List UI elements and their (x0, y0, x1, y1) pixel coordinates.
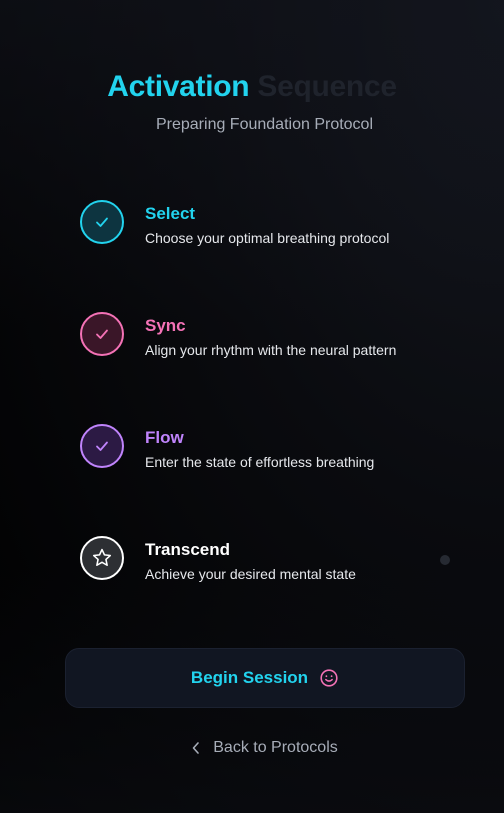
page-title: Activation Sequence (0, 68, 504, 106)
page-subtitle: Preparing Foundation Protocol (155, 116, 374, 133)
step-status-circle (80, 200, 124, 244)
step-description: Choose your optimal breathing protocol (145, 230, 390, 246)
star-icon (92, 548, 112, 567)
check-icon (96, 217, 108, 227)
check-icon (96, 329, 108, 339)
step-description: Align your rhythm with the neural patter… (145, 342, 397, 358)
back-to-protocols-label: Back to Protocols (213, 739, 338, 756)
smile-icon (319, 668, 339, 688)
back-to-protocols-link[interactable]: Back to Protocols (0, 738, 504, 758)
chevron-left-icon (191, 741, 201, 755)
step-status-circle (80, 424, 124, 468)
step-flow[interactable]: Flow Enter the state of effortless breat… (80, 424, 460, 474)
begin-session-button[interactable]: Begin Session (65, 648, 465, 708)
step-title: Flow (145, 428, 184, 447)
step-sync[interactable]: Sync Align your rhythm with the neural p… (80, 312, 460, 362)
check-icon (96, 441, 108, 451)
step-title: Sync (145, 316, 186, 335)
step-select[interactable]: Select Choose your optimal breathing pro… (80, 200, 460, 250)
step-title: Transcend (145, 540, 231, 559)
step-description: Achieve your desired mental state (145, 566, 356, 582)
step-status-circle (80, 312, 124, 356)
begin-session-label: Begin Session (190, 668, 309, 687)
step-transcend[interactable]: Transcend Achieve your desired mental st… (80, 536, 460, 586)
step-title: Select (145, 204, 196, 223)
step-description: Enter the state of effortless breathing (145, 454, 375, 470)
status-dot (440, 555, 450, 565)
title-part-activation: Activation (107, 70, 250, 103)
title-part-sequence: Sequence (257, 70, 397, 103)
step-status-circle (80, 536, 124, 580)
